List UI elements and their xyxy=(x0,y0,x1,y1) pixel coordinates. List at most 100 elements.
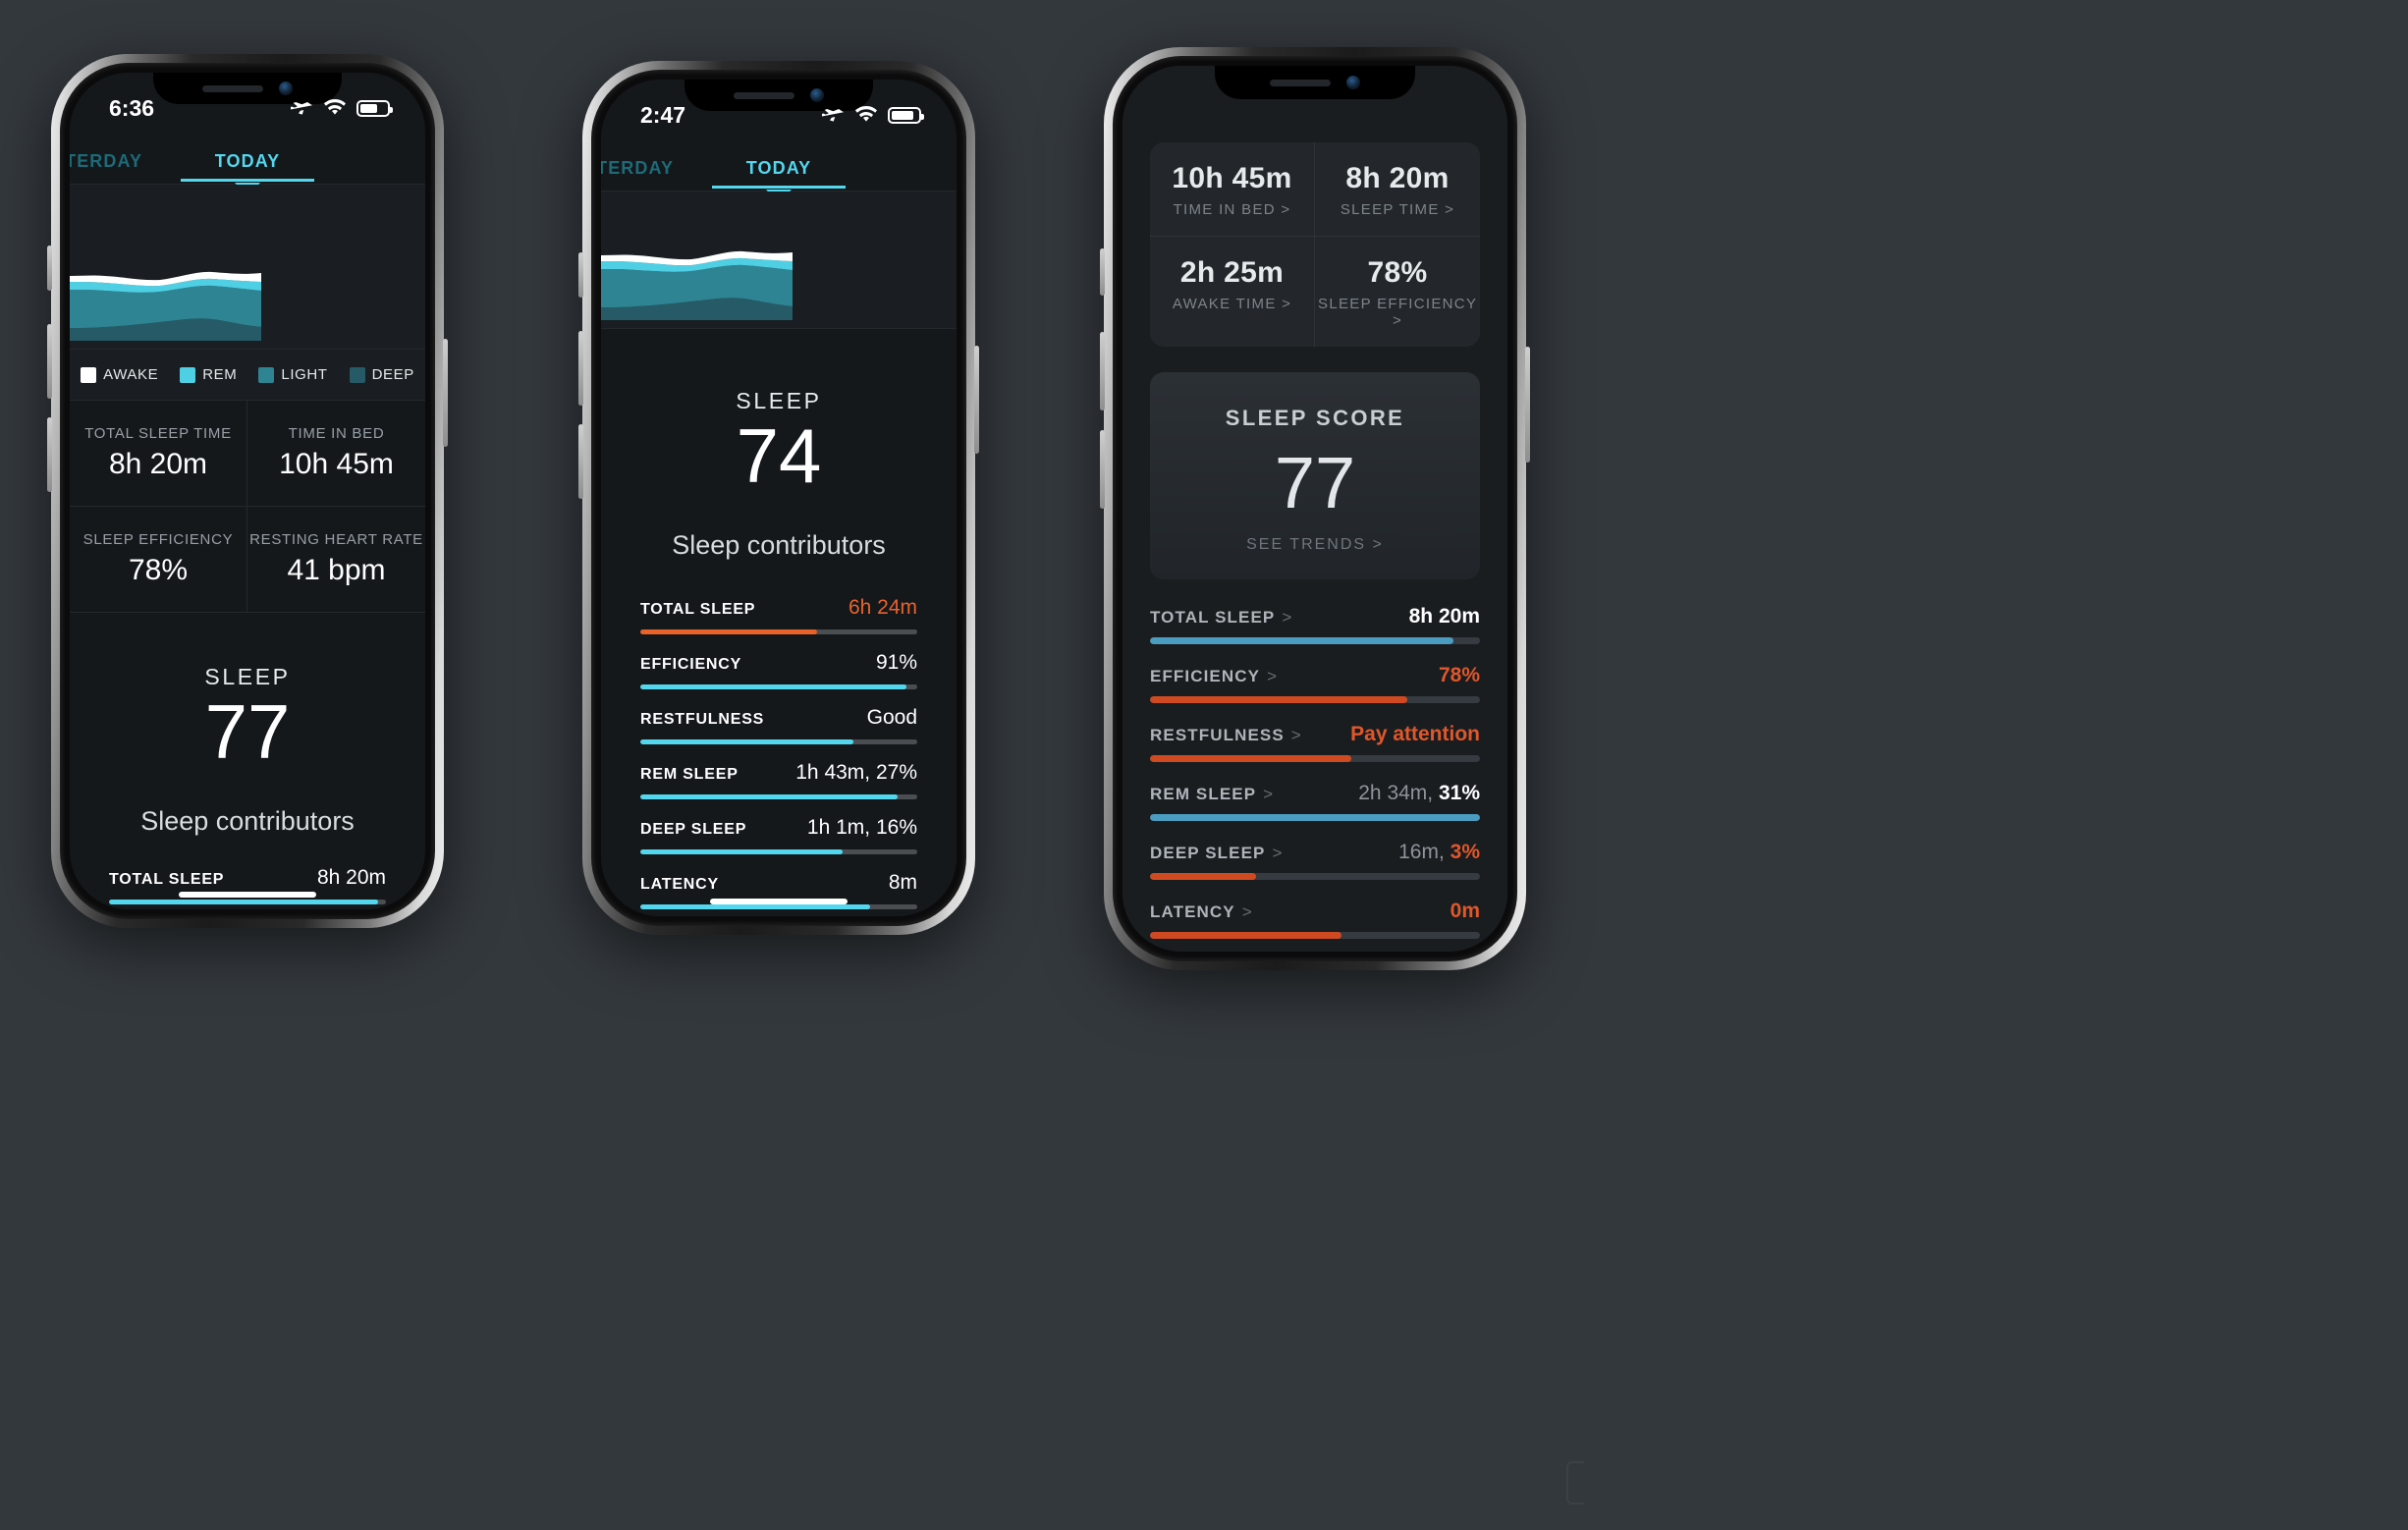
contributor-value: 1h 43m, 27% xyxy=(795,760,917,784)
contributor-row-restfulness[interactable]: RESTFULNESS > Pay attention xyxy=(1150,723,1480,763)
contributor-label: DEEP SLEEP xyxy=(1150,844,1266,863)
home-indicator[interactable] xyxy=(710,899,848,904)
contributor-label: REM SLEEP xyxy=(640,765,739,783)
contributor-row-efficiency[interactable]: EFFICIENCY 91% xyxy=(640,651,917,689)
tab-underline xyxy=(712,186,846,189)
card-value: 10h 45m xyxy=(1172,162,1292,194)
card-label: SLEEP EFFICIENCY > xyxy=(1315,296,1480,329)
stat-total-sleep-time[interactable]: TOTAL SLEEP TIME 8h 20m xyxy=(70,401,247,507)
contributor-value: 0m xyxy=(1450,900,1480,923)
card-label-text: AWAKE TIME xyxy=(1172,296,1277,312)
stat-resting-heart-rate[interactable]: RESTING HEART RATE 41 bpm xyxy=(247,507,425,613)
contributor-row-latency[interactable]: LATENCY > 0m xyxy=(1150,900,1480,940)
volume-up-button[interactable] xyxy=(47,324,52,399)
phone-1-screen: 6:36 STERDAY TODAY xyxy=(70,73,425,909)
sleep-app-screen-2: STERDAY TODAY SLEEP 74 Sle xyxy=(601,80,957,916)
card-awake-time[interactable]: 2h 25m AWAKE TIME > xyxy=(1150,237,1315,347)
stat-sleep-efficiency[interactable]: SLEEP EFFICIENCY 78% xyxy=(70,507,247,613)
contributor-row-rem-sleep[interactable]: REM SLEEP > 2h 34m, 31% xyxy=(1150,782,1480,822)
legend-swatch-awake xyxy=(81,366,97,383)
legend-item-deep: DEEP xyxy=(349,366,414,383)
contributor-value-main: 0m xyxy=(1450,900,1480,923)
contributor-value: 8m xyxy=(888,870,917,894)
contributor-value: 8h 20m xyxy=(316,865,386,889)
contributor-value: 16m, 3% xyxy=(1398,841,1480,864)
stat-label: TIME IN BED xyxy=(288,425,385,442)
mute-switch[interactable] xyxy=(47,246,52,291)
stat-value: 8h 20m xyxy=(108,448,208,480)
contributor-progress xyxy=(1150,755,1480,763)
card-value: 8h 20m xyxy=(1345,162,1450,194)
tab-today[interactable]: TODAY xyxy=(215,151,281,172)
summary-stat-grid: TOTAL SLEEP TIME 8h 20m TIME IN BED 10h … xyxy=(70,401,425,613)
stat-label: RESTING HEART RATE xyxy=(249,531,423,548)
volume-down-button[interactable] xyxy=(1100,430,1105,509)
tab-today[interactable]: TODAY xyxy=(746,158,812,179)
contributor-row-rem-sleep[interactable]: REM SLEEP 1h 43m, 27% xyxy=(640,761,917,799)
sleep-score-number: 74 xyxy=(736,412,822,499)
legend-item-awake: AWAKE xyxy=(81,366,158,383)
contributors-heading: Sleep contributors xyxy=(672,529,886,560)
wifi-icon xyxy=(324,99,346,115)
contributor-value-main: 3% xyxy=(1450,841,1480,864)
contributor-row-deep-sleep[interactable]: DEEP SLEEP 1h 1m, 16% xyxy=(640,816,917,854)
contributor-value-main: Pay attention xyxy=(1350,723,1480,746)
stat-label: SLEEP EFFICIENCY xyxy=(82,531,234,548)
volume-down-button[interactable] xyxy=(47,417,52,492)
sleep-score-title: SLEEP xyxy=(204,664,291,689)
sleep-score-card: SLEEP SCORE 77 SEE TRENDS > xyxy=(1150,372,1480,580)
power-button[interactable] xyxy=(443,339,448,447)
power-button[interactable] xyxy=(1525,347,1530,463)
contributor-value-main: 8h 20m xyxy=(1408,605,1480,628)
sleep-score-block: SLEEP 74 Sleep contributors xyxy=(601,329,957,561)
contributor-row-efficiency[interactable]: EFFICIENCY > 78% xyxy=(1150,664,1480,704)
phone-mockup-stage: 6:36 STERDAY TODAY xyxy=(0,0,2408,1530)
volume-up-button[interactable] xyxy=(578,331,583,406)
contributor-progress xyxy=(1150,696,1480,704)
see-trends-link[interactable]: SEE TRENDS > xyxy=(1150,536,1480,554)
contributor-label: RESTFULNESS xyxy=(1150,726,1285,745)
contributor-row-restfulness[interactable]: RESTFULNESS Good xyxy=(640,706,917,744)
sleep-app-screen-1: STERDAY TODAY AWAKE REM LI xyxy=(70,73,425,909)
card-sleep-efficiency[interactable]: 78% SLEEP EFFICIENCY > xyxy=(1315,237,1480,347)
stat-label: TOTAL SLEEP TIME xyxy=(84,425,232,442)
phone-3-screen: 10h 45m TIME IN BED > 8h 20m SLEEP TIME … xyxy=(1122,66,1507,952)
contributor-progress xyxy=(1150,637,1480,645)
legend-label-awake: AWAKE xyxy=(103,366,159,383)
contributor-value: Pay attention xyxy=(1350,723,1480,746)
card-value: 2h 25m xyxy=(1179,256,1285,289)
status-time: 6:36 xyxy=(109,94,155,121)
home-indicator[interactable] xyxy=(179,892,316,898)
legend-item-rem: REM xyxy=(180,366,237,383)
contributor-row-total-sleep[interactable]: TOTAL SLEEP 8h 20m xyxy=(109,866,386,904)
volume-up-button[interactable] xyxy=(1100,332,1105,410)
contributor-value: 91% xyxy=(875,650,917,674)
card-time-in-bed[interactable]: 10h 45m TIME IN BED > xyxy=(1150,142,1315,237)
mute-switch[interactable] xyxy=(1100,248,1105,296)
contributor-label: LATENCY xyxy=(1150,902,1235,922)
tab-yesterday[interactable]: STERDAY xyxy=(70,151,142,172)
contributor-row-total-sleep[interactable]: TOTAL SLEEP 6h 24m xyxy=(640,596,917,634)
chevron-right-icon: > xyxy=(1281,201,1291,218)
contributor-value-main: 78% xyxy=(1438,664,1480,687)
legend-swatch-deep xyxy=(349,366,365,383)
hypnogram-svg xyxy=(70,271,261,341)
phone-2: 2:47 STERDAY TODAY xyxy=(578,61,979,935)
card-sleep-time[interactable]: 8h 20m SLEEP TIME > xyxy=(1315,142,1480,237)
chevron-right-icon: > xyxy=(1290,726,1301,745)
power-button[interactable] xyxy=(974,346,979,454)
chevron-right-icon: > xyxy=(1267,667,1277,686)
stat-time-in-bed[interactable]: TIME IN BED 10h 45m xyxy=(247,401,425,507)
mute-switch[interactable] xyxy=(578,252,583,298)
contributor-value-dim: 16m, xyxy=(1398,841,1450,864)
contributors-list: TOTAL SLEEP 6h 24m EFFICIENCY 91% RESTFULN… xyxy=(601,561,957,916)
legend-label-rem: REM xyxy=(202,366,238,383)
sleep-score-block: SLEEP 77 Sleep contributors xyxy=(70,613,425,837)
contributor-row-deep-sleep[interactable]: DEEP SLEEP > 16m, 3% xyxy=(1150,841,1480,881)
tab-yesterday[interactable]: STERDAY xyxy=(601,158,674,179)
battery-icon xyxy=(356,99,393,117)
contributor-row-total-sleep[interactable]: TOTAL SLEEP > 8h 20m xyxy=(1150,605,1480,645)
volume-down-button[interactable] xyxy=(578,424,583,499)
contributor-value: 78% xyxy=(1439,664,1480,687)
chevron-right-icon: > xyxy=(1445,201,1455,218)
